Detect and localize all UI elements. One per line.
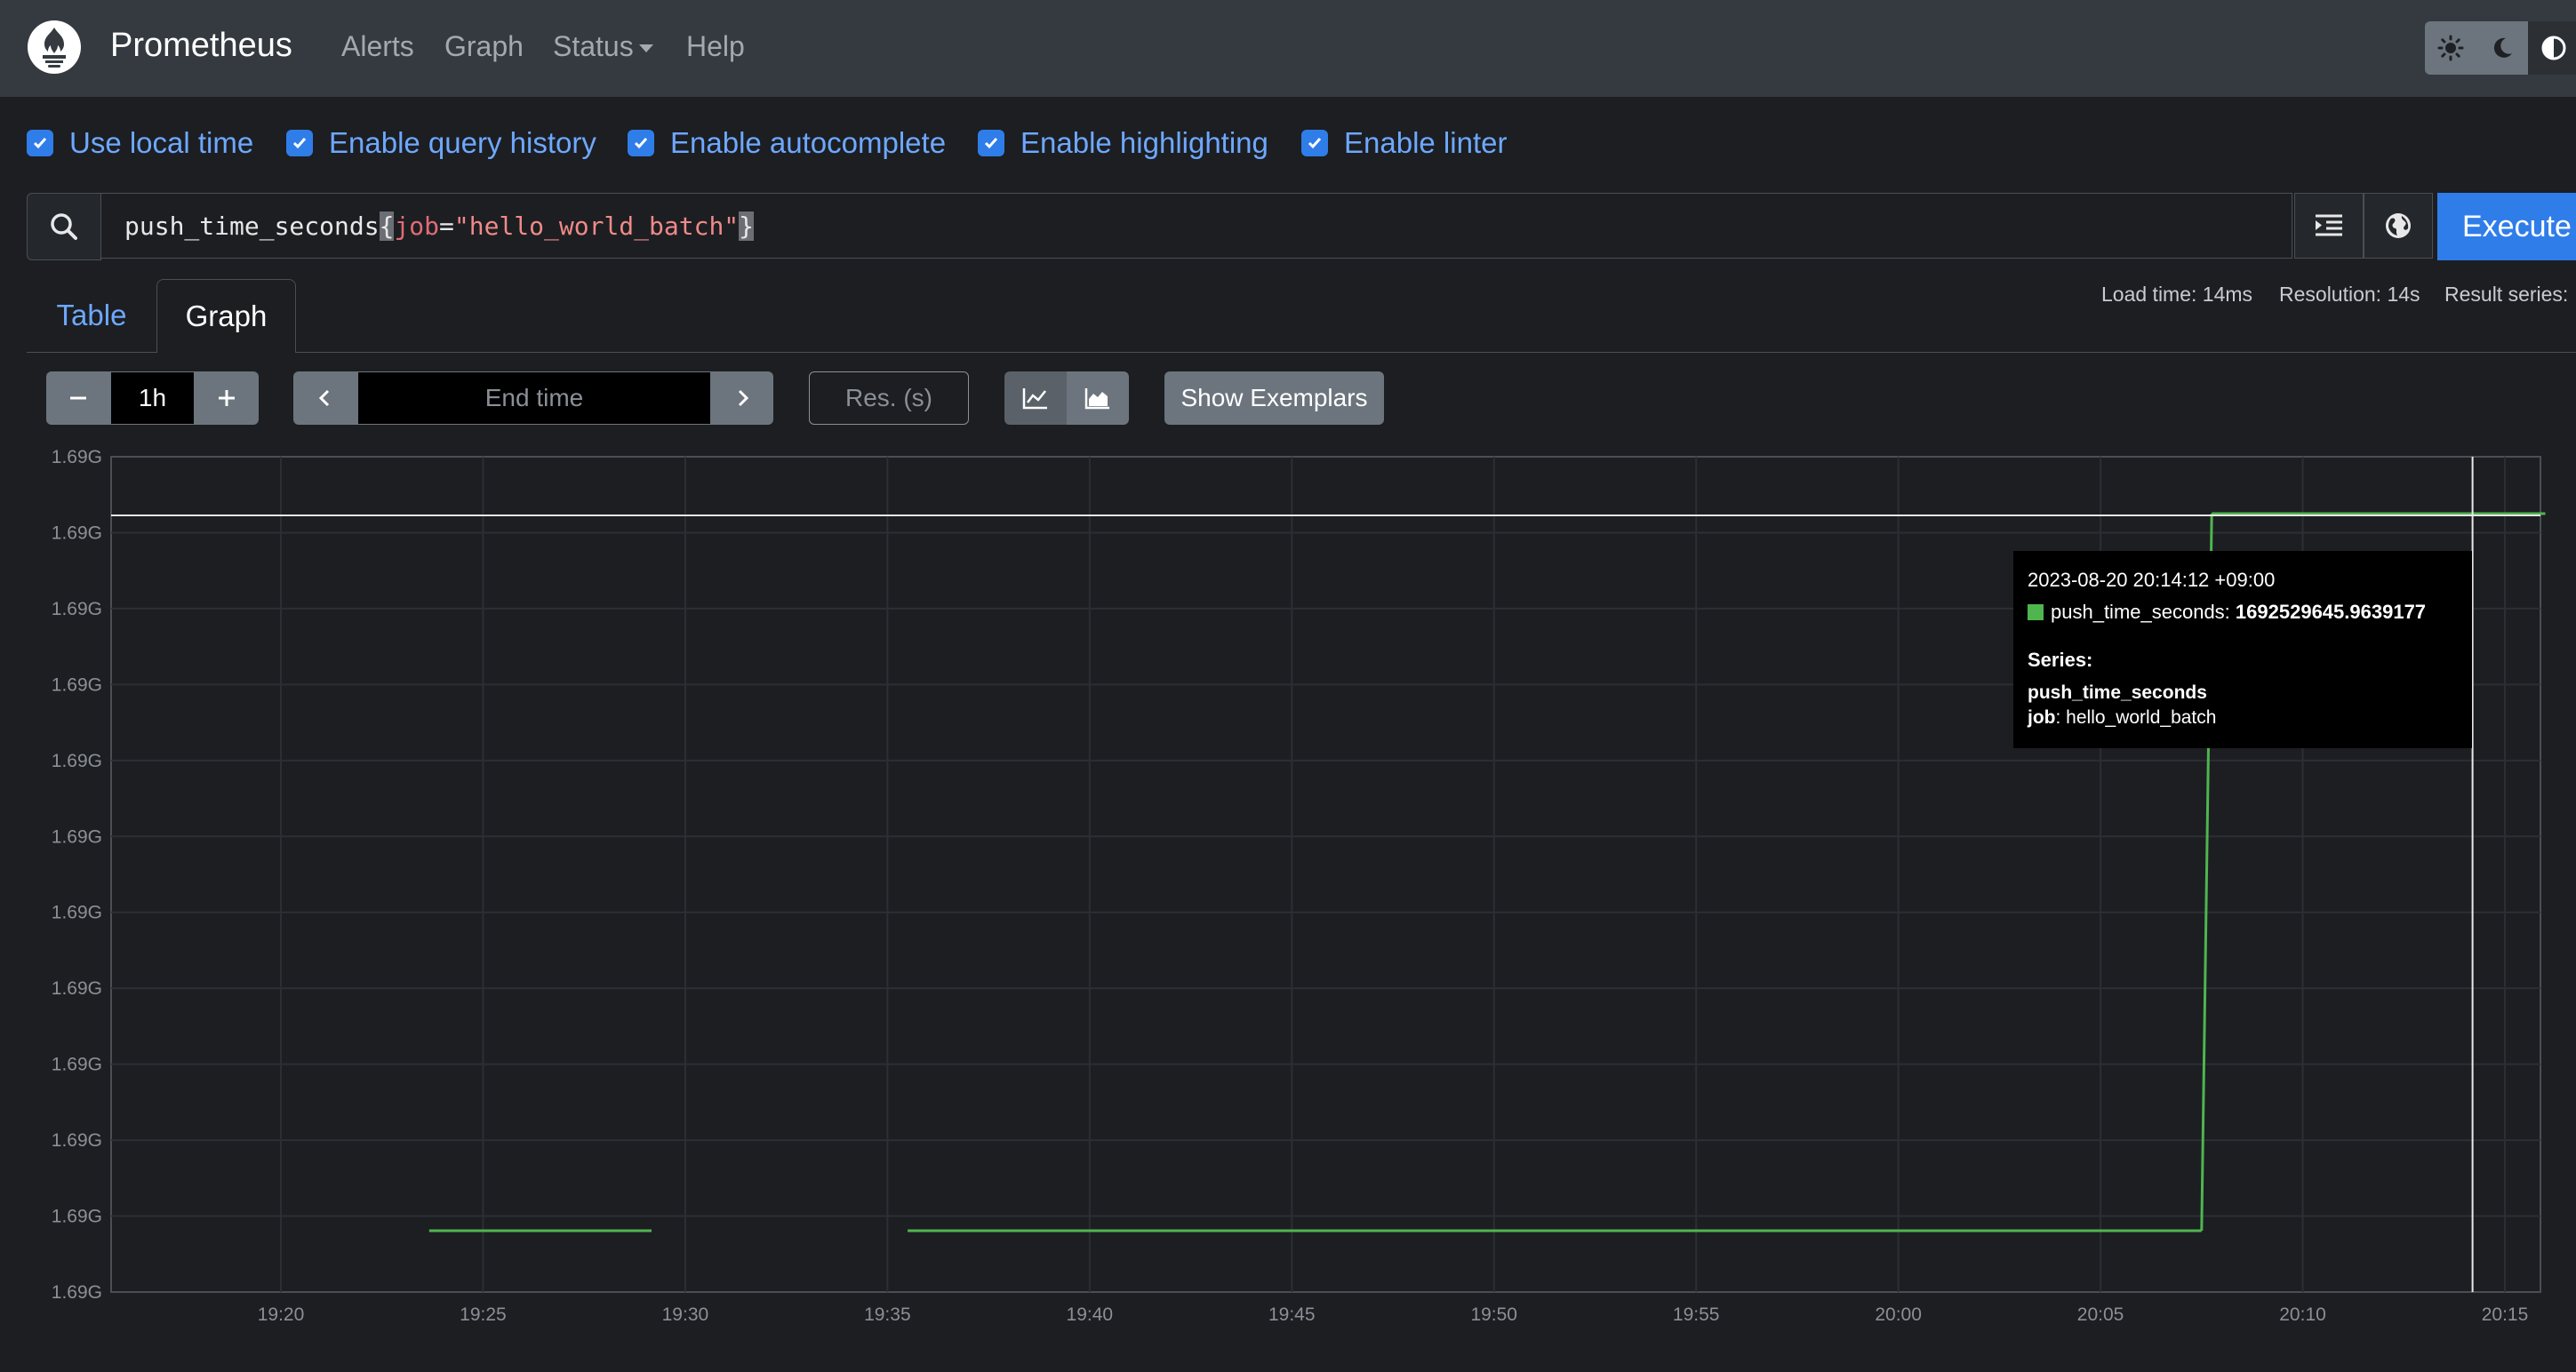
y-tick-label: 1.69G <box>52 674 102 695</box>
x-tick-label: 19:25 <box>460 1304 507 1325</box>
y-tick-label: 1.69G <box>52 903 102 923</box>
y-tick-label: 1.69G <box>52 447 102 467</box>
tooltip-value-row: push_time_seconds: 1692529645.9639177 <box>2028 601 2472 624</box>
y-tick-label: 1.69G <box>52 826 102 847</box>
x-tick-label: 20:10 <box>2279 1304 2326 1325</box>
tooltip-series-header: Series: <box>2028 649 2093 671</box>
tooltip-label-key: job <box>2028 707 2056 728</box>
x-tick-label: 19:40 <box>1067 1304 1114 1325</box>
tooltip-label-value: : hello_world_batch <box>2055 707 2217 728</box>
y-tick-label: 1.69G <box>52 599 102 619</box>
x-tick-label: 20:15 <box>2482 1304 2529 1325</box>
y-tick-label: 1.69G <box>52 978 102 999</box>
graph-tooltip: 2023-08-20 20:14:12 +09:00 push_time_sec… <box>2013 551 2472 748</box>
tooltip-label-row: job: hello_world_batch <box>2028 707 2472 729</box>
x-tick-label: 20:05 <box>2077 1304 2124 1325</box>
x-tick-label: 19:45 <box>1268 1304 1316 1325</box>
tooltip-metric-name: push_time_seconds <box>2028 682 2207 703</box>
y-tick-label: 1.69G <box>52 1282 102 1303</box>
tooltip-timestamp: 2023-08-20 20:14:12 +09:00 <box>2028 569 2276 591</box>
x-tick-label: 19:35 <box>864 1304 911 1325</box>
y-tick-label: 1.69G <box>52 1055 102 1075</box>
x-tick-label: 19:30 <box>662 1304 709 1325</box>
series-color-swatch <box>2028 604 2044 620</box>
y-tick-label: 1.69G <box>52 751 102 771</box>
tooltip-value: 1692529645.9639177 <box>2235 601 2427 623</box>
y-tick-label: 1.69G <box>52 1130 102 1151</box>
x-tick-label: 19:55 <box>1673 1304 1720 1325</box>
x-tick-label: 20:00 <box>1875 1304 1922 1325</box>
x-tick-label: 19:20 <box>258 1304 305 1325</box>
y-tick-label: 1.69G <box>52 1207 102 1227</box>
tooltip-series-name: push_time_seconds: <box>2051 601 2230 623</box>
x-tick-label: 19:50 <box>1470 1304 1517 1325</box>
y-tick-label: 1.69G <box>52 522 102 543</box>
